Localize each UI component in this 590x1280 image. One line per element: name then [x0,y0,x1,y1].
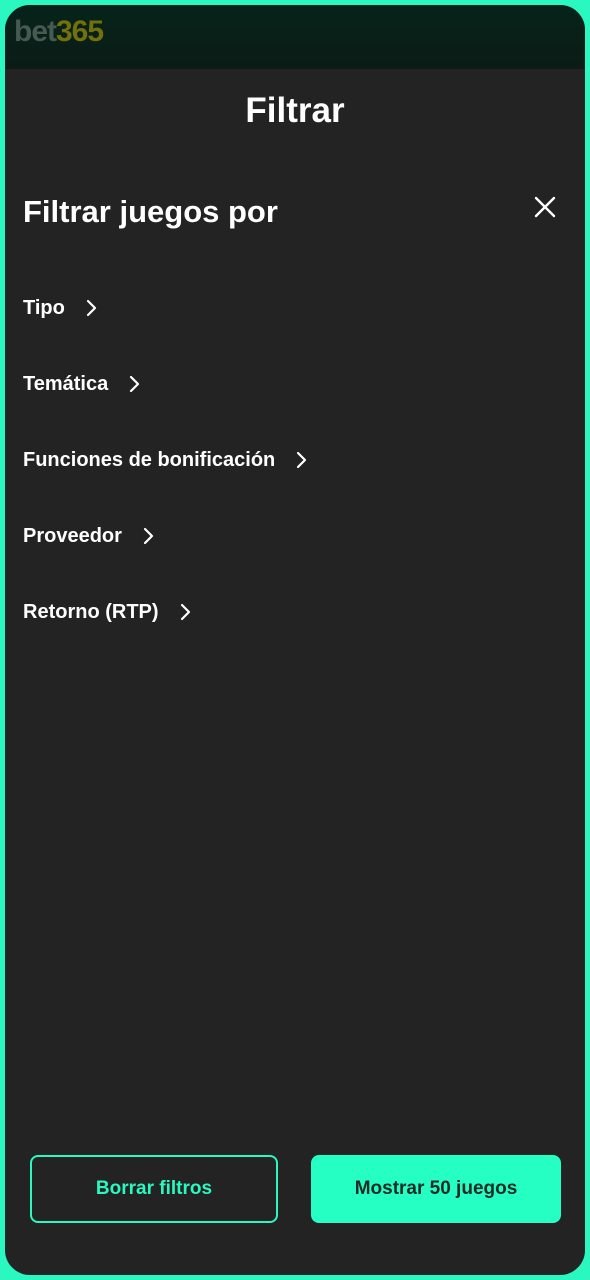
show-games-button[interactable]: Mostrar 50 juegos [311,1155,561,1223]
chevron-right-icon [297,451,307,469]
filter-item-proveedor[interactable]: Proveedor [23,516,156,556]
filters-heading: Filtrar juegos por [23,194,278,229]
filter-item-label: Funciones de bonificación [23,448,276,471]
filter-item-label: Proveedor [23,524,122,547]
chevron-right-icon [130,375,140,393]
filter-item-funciones-bonificacion[interactable]: Funciones de bonificación [23,440,309,480]
filter-item-retorno-rtp[interactable]: Retorno (RTP) [23,592,193,632]
close-icon [534,196,556,218]
filter-item-tipo[interactable]: Tipo [23,288,99,328]
filter-item-tematica[interactable]: Temática [23,364,142,404]
clear-filters-button[interactable]: Borrar filtros [30,1155,278,1223]
bet365-logo: bet365 [14,15,104,48]
filter-item-label: Tipo [23,296,65,319]
chevron-right-icon [180,603,190,621]
app-header-strip: bet365 [5,5,585,69]
filter-item-label: Retorno (RTP) [23,600,159,623]
chevron-right-icon [86,299,96,317]
close-button[interactable] [529,191,561,223]
device-frame: bet365 Filtrar Filtrar juegos por Tipo T… [0,0,590,1280]
chevron-right-icon [143,527,154,545]
filter-item-label: Temática [23,372,109,395]
sheet-title: Filtrar [245,91,345,130]
